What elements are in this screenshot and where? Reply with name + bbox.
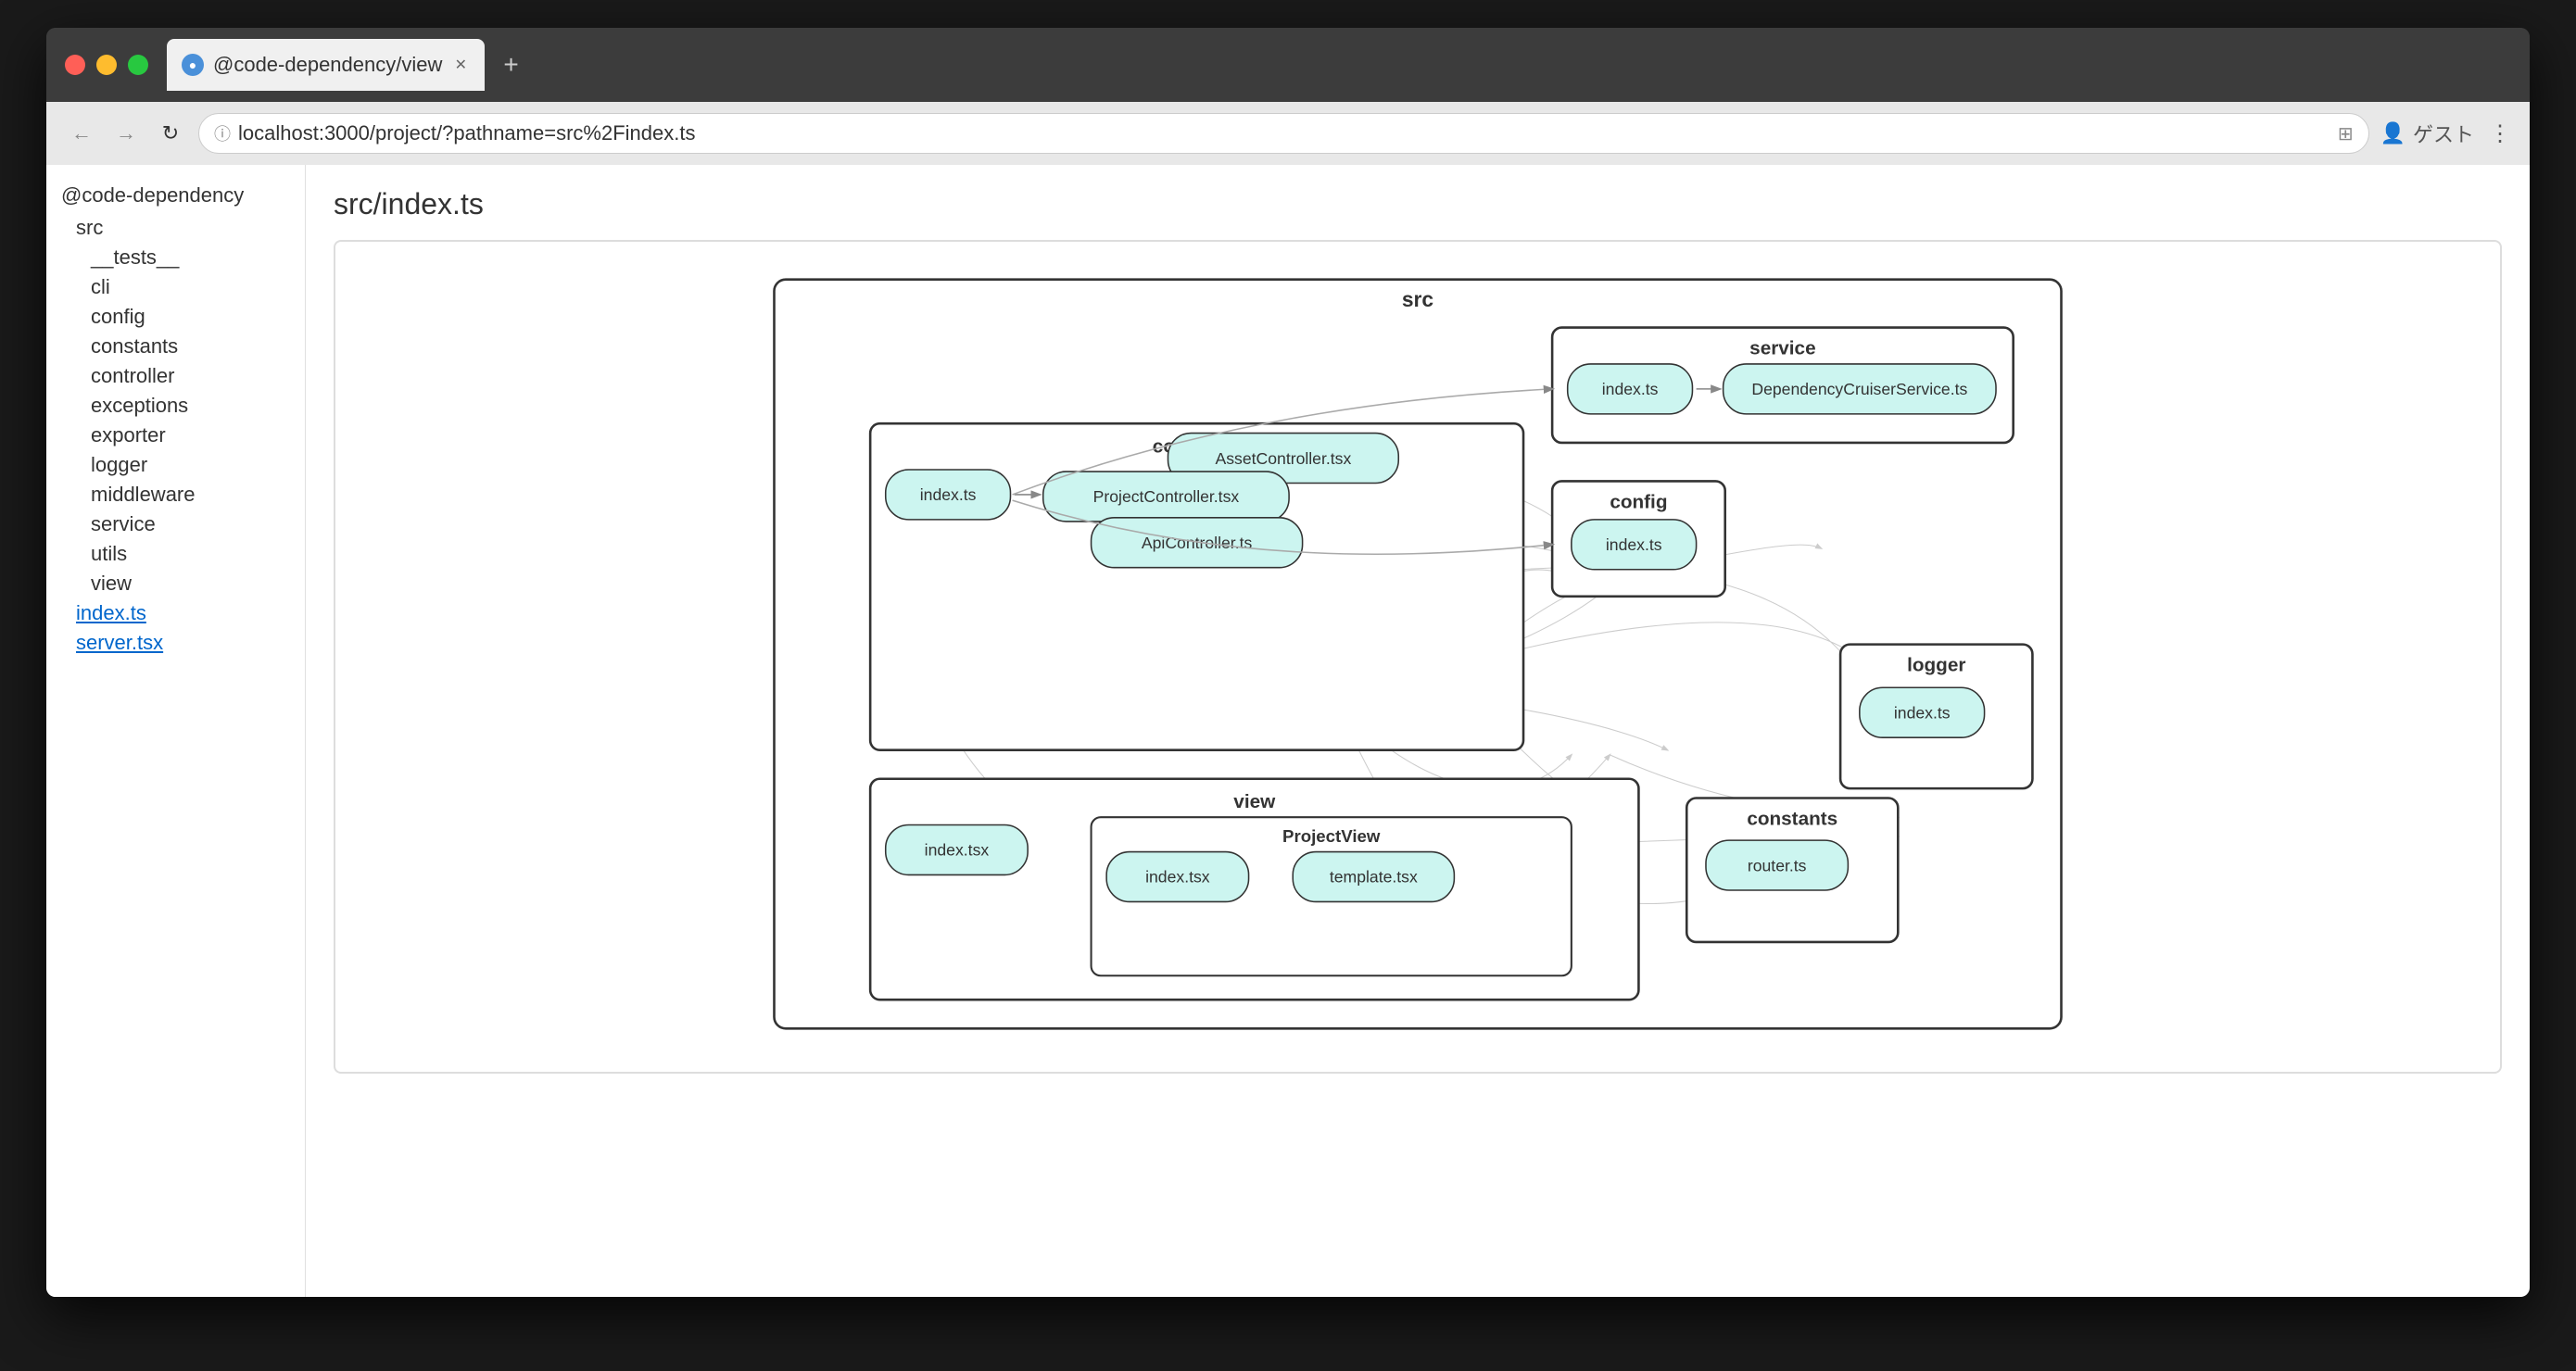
user-icon: 👤 xyxy=(2380,121,2406,145)
sidebar-item-server-tsx[interactable]: server.tsx xyxy=(61,628,290,658)
close-button[interactable] xyxy=(65,55,85,75)
new-tab-button[interactable]: + xyxy=(494,50,527,80)
service-label: service xyxy=(1749,338,1815,359)
toolbar: ← → ↻ ⓘ localhost:3000/project/?pathname… xyxy=(46,102,2530,165)
tab-favicon: ● xyxy=(182,54,204,76)
constants-label: constants xyxy=(1747,809,1837,830)
src-label: src xyxy=(1402,287,1434,311)
dependency-diagram: src xyxy=(354,260,2481,1048)
sidebar-root[interactable]: @code-dependency xyxy=(61,183,290,208)
translate-icon: ⊞ xyxy=(2338,122,2354,145)
url-text: localhost:3000/project/?pathname=src%2Fi… xyxy=(238,121,2330,145)
main-content: src/index.ts src xyxy=(306,165,2530,1297)
traffic-lights xyxy=(65,55,148,75)
svg-text:index.ts: index.ts xyxy=(1894,703,1951,722)
sidebar-item-constants[interactable]: constants xyxy=(61,332,290,361)
view-label: view xyxy=(1233,791,1276,812)
sidebar: @code-dependency src __tests__ cli confi… xyxy=(46,165,306,1297)
svg-text:index.ts: index.ts xyxy=(1606,535,1662,554)
diagram-container[interactable]: src xyxy=(334,240,2502,1074)
browser-window: ● @code-dependency/view ✕ + ← → ↻ ⓘ loca… xyxy=(46,28,2530,1297)
sidebar-item-controller[interactable]: controller xyxy=(61,361,290,391)
forward-button[interactable]: → xyxy=(109,117,143,150)
sidebar-item-tests[interactable]: __tests__ xyxy=(61,243,290,272)
svg-text:index.ts: index.ts xyxy=(920,485,977,504)
svg-text:DependencyCruiserService.ts: DependencyCruiserService.ts xyxy=(1751,380,1967,398)
sidebar-item-service[interactable]: service xyxy=(61,509,290,539)
svg-text:ProjectController.tsx: ProjectController.tsx xyxy=(1093,487,1240,506)
user-label: ゲスト xyxy=(2413,119,2474,148)
sidebar-item-exceptions[interactable]: exceptions xyxy=(61,391,290,421)
active-tab[interactable]: ● @code-dependency/view ✕ xyxy=(167,39,485,91)
back-button[interactable]: ← xyxy=(65,117,98,150)
svg-text:template.tsx: template.tsx xyxy=(1330,868,1418,887)
sidebar-item-index-ts[interactable]: index.ts xyxy=(61,598,290,628)
security-icon: ⓘ xyxy=(214,121,231,145)
refresh-button[interactable]: ↻ xyxy=(154,117,187,150)
sidebar-item-view[interactable]: view xyxy=(61,569,290,598)
sidebar-item-utils[interactable]: utils xyxy=(61,539,290,569)
config-label: config xyxy=(1610,491,1667,512)
sidebar-item-src[interactable]: src xyxy=(61,213,290,243)
logger-label: logger xyxy=(1907,655,1965,676)
svg-text:AssetController.tsx: AssetController.tsx xyxy=(1215,449,1351,468)
sidebar-item-logger[interactable]: logger xyxy=(61,450,290,480)
tab-close-button[interactable]: ✕ xyxy=(451,56,470,74)
maximize-button[interactable] xyxy=(128,55,148,75)
content-area: @code-dependency src __tests__ cli confi… xyxy=(46,165,2530,1297)
toolbar-right: 👤 ゲスト ⋮ xyxy=(2380,119,2511,148)
svg-text:index.ts: index.ts xyxy=(1602,380,1659,398)
svg-text:router.ts: router.ts xyxy=(1748,856,1807,874)
sidebar-item-config[interactable]: config xyxy=(61,302,290,332)
user-button[interactable]: 👤 ゲスト xyxy=(2380,119,2474,148)
address-bar[interactable]: ⓘ localhost:3000/project/?pathname=src%2… xyxy=(198,113,2369,154)
title-bar: ● @code-dependency/view ✕ + xyxy=(46,28,2530,102)
svg-text:index.tsx: index.tsx xyxy=(1145,868,1210,887)
sidebar-item-middleware[interactable]: middleware xyxy=(61,480,290,509)
tab-bar: ● @code-dependency/view ✕ + xyxy=(167,39,2511,91)
sidebar-item-cli[interactable]: cli xyxy=(61,272,290,302)
projectview-label: ProjectView xyxy=(1282,826,1381,846)
page-title: src/index.ts xyxy=(334,187,2502,221)
svg-text:index.tsx: index.tsx xyxy=(925,841,990,860)
tab-title: @code-dependency/view xyxy=(213,53,442,77)
sidebar-item-exporter[interactable]: exporter xyxy=(61,421,290,450)
minimize-button[interactable] xyxy=(96,55,117,75)
menu-button[interactable]: ⋮ xyxy=(2489,120,2511,147)
